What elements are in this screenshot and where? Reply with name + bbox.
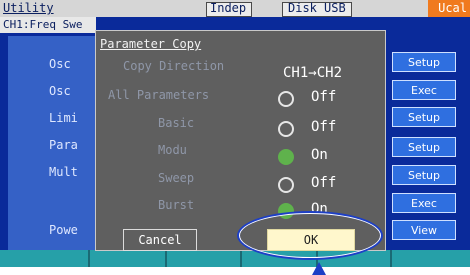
list-item-label[interactable]: Osc bbox=[49, 57, 71, 71]
channel-tab[interactable]: CH1:Freq Swe bbox=[0, 17, 96, 33]
bottom-function-strip bbox=[0, 250, 470, 267]
instrument-screen: Utility Indep Disk USB Ucal CH1:Freq Swe… bbox=[0, 0, 470, 267]
all-parameters-label: All Parameters bbox=[108, 88, 210, 102]
sweep-label: Sweep bbox=[158, 171, 195, 185]
copy-direction-label: Copy Direction bbox=[123, 59, 225, 73]
radio-off-icon[interactable] bbox=[278, 177, 294, 193]
radio-on-icon[interactable] bbox=[278, 149, 294, 165]
softkey-setup-4[interactable]: Setup bbox=[392, 165, 456, 185]
usb-indicator: USB bbox=[324, 1, 346, 15]
softkey-setup-3[interactable]: Setup bbox=[392, 137, 456, 157]
list-item-label[interactable]: Osc bbox=[49, 84, 71, 98]
list-item-label[interactable]: Para bbox=[49, 138, 78, 152]
list-item-label[interactable]: Mult bbox=[49, 165, 78, 179]
strip-divider bbox=[165, 250, 167, 267]
radio-off-icon[interactable] bbox=[278, 91, 294, 107]
strip-divider bbox=[240, 250, 242, 267]
utility-menu-title[interactable]: Utility bbox=[3, 2, 54, 15]
softkey-setup-2[interactable]: Setup bbox=[392, 107, 456, 127]
burst-label: Burst bbox=[158, 198, 195, 212]
softkey-exec-1[interactable]: Exec bbox=[392, 80, 456, 100]
all-parameters-value[interactable]: Off bbox=[311, 89, 336, 105]
softkey-exec-2[interactable]: Exec bbox=[392, 193, 456, 213]
ucal-indicator: Ucal bbox=[428, 0, 470, 17]
softkey-view[interactable]: View bbox=[392, 220, 456, 240]
modu-value[interactable]: On bbox=[311, 147, 328, 163]
basic-value[interactable]: Off bbox=[311, 119, 336, 135]
dialog-title: Parameter Copy bbox=[100, 37, 202, 51]
ok-highlight-inner-ring bbox=[239, 213, 381, 258]
radio-off-icon[interactable] bbox=[278, 121, 294, 137]
cancel-button[interactable]: Cancel bbox=[123, 229, 197, 251]
strip-divider bbox=[390, 250, 392, 267]
mode-indicator: Indep bbox=[210, 1, 247, 15]
status-bar: Utility Indep Disk USB Ucal bbox=[0, 0, 470, 17]
sweep-value[interactable]: Off bbox=[311, 175, 336, 191]
list-item-label[interactable]: Powe bbox=[49, 223, 78, 237]
modu-label: Modu bbox=[158, 143, 187, 157]
disk-indicator: Disk bbox=[288, 1, 317, 15]
list-item-label[interactable]: Limi bbox=[49, 111, 78, 125]
basic-label: Basic bbox=[158, 116, 195, 130]
softkey-setup-1[interactable]: Setup bbox=[392, 52, 456, 72]
pointer-arrow-icon bbox=[312, 262, 326, 275]
strip-divider bbox=[88, 250, 90, 267]
copy-direction-value[interactable]: CH1→CH2 bbox=[283, 65, 342, 81]
